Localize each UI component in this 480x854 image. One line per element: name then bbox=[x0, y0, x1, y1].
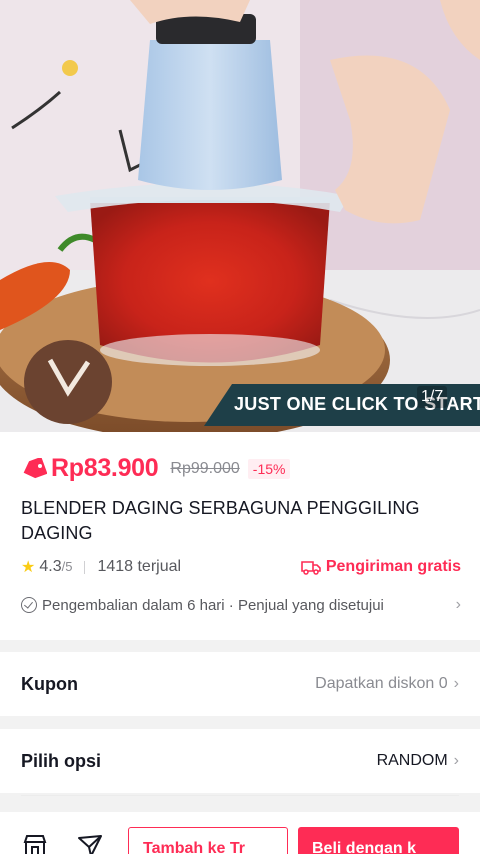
product-title: BLENDER DAGING SERBAGUNA PENGGILING DAGI… bbox=[21, 498, 420, 543]
chat-icon[interactable] bbox=[77, 834, 103, 854]
coupon-value-text: Dapatkan diskon 0 bbox=[315, 675, 448, 692]
price-tag-icon bbox=[23, 457, 47, 478]
shop-icon[interactable] bbox=[22, 834, 48, 854]
star-icon: ★ bbox=[21, 559, 36, 576]
buy-now-button[interactable]: Beli dengan k bbox=[298, 827, 459, 854]
options-value: RANDOM › bbox=[377, 752, 459, 770]
truck-icon bbox=[301, 561, 321, 575]
price-row: Rp83.900 Rp99.000 -15% bbox=[21, 454, 291, 483]
sold-count: 1418 terjual bbox=[97, 558, 182, 575]
options-label: Pilih opsi bbox=[21, 750, 102, 771]
image-counter: 1/7 bbox=[417, 386, 448, 408]
chevron-right-icon: › bbox=[453, 752, 459, 769]
coupon-label: Kupon bbox=[21, 673, 78, 694]
free-shipping-badge[interactable]: Pengiriman gratis bbox=[301, 558, 461, 576]
return-policy-text: Pengembalian dalam 6 hari · Penjual yang… bbox=[42, 596, 384, 614]
coupon-value: Dapatkan diskon 0 › bbox=[315, 675, 459, 693]
free-shipping-label: Pengiriman gratis bbox=[325, 558, 461, 575]
product-image-gallery[interactable]: JUST ONE CLICK TO START 1/7 bbox=[0, 0, 480, 432]
chevron-right-icon: › bbox=[455, 596, 461, 613]
return-policy-row[interactable]: Pengembalian dalam 6 hari · Penjual yang… bbox=[21, 596, 461, 614]
divider bbox=[84, 560, 86, 574]
current-price: Rp83.900 bbox=[51, 454, 159, 482]
product-photo bbox=[0, 0, 480, 432]
coupon-row[interactable]: Kupon Dapatkan diskon 0 › bbox=[0, 652, 480, 716]
product-meta-row: ★ 4.3/5 1418 terjual Pengiriman gratis bbox=[21, 557, 461, 577]
rating-scale: /5 bbox=[61, 559, 73, 574]
rating-value: 4.3 bbox=[39, 558, 62, 575]
original-price: Rp99.000 bbox=[170, 459, 240, 477]
discount-badge: -15% bbox=[247, 458, 291, 479]
options-row[interactable]: Pilih opsi RANDOM › bbox=[0, 729, 480, 793]
chevron-right-icon: › bbox=[453, 675, 459, 692]
options-value-text: RANDOM bbox=[376, 752, 448, 769]
check-circle-icon bbox=[21, 597, 37, 613]
rating[interactable]: 4.3/5 bbox=[39, 558, 72, 576]
add-to-cart-button[interactable]: Tambah ke Tr bbox=[128, 827, 288, 854]
section-divider bbox=[21, 795, 459, 796]
